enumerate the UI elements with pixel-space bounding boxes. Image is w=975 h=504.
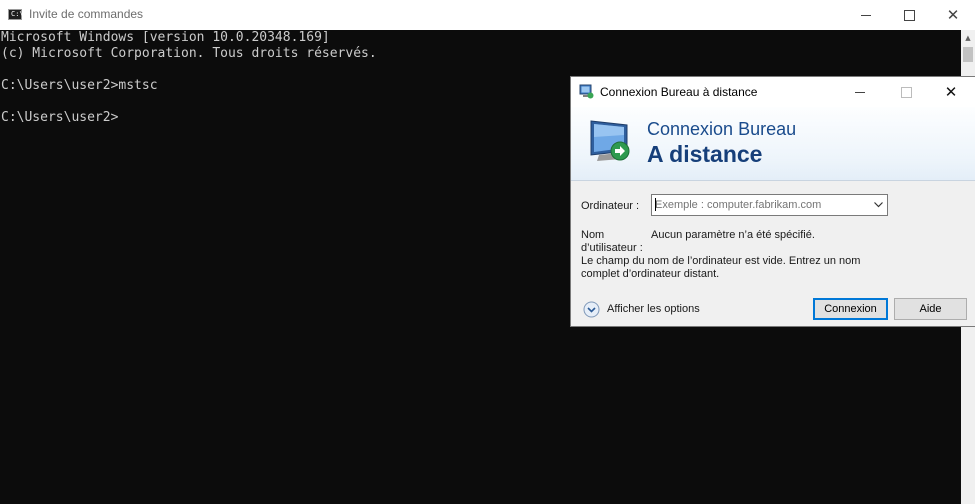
show-options-link[interactable]: Afficher les options [607, 303, 700, 315]
computer-combobox[interactable] [651, 194, 888, 216]
rdp-minimize-button[interactable] [838, 77, 882, 107]
chevron-down-icon[interactable] [869, 195, 887, 215]
cmd-close-button[interactable]: ✕ [931, 0, 975, 30]
rdp-app-icon [579, 84, 594, 99]
console-line: C:\Users\user2>mstsc [1, 78, 158, 93]
username-value: Aucun paramètre n’a été spécifié. [651, 229, 815, 241]
minimize-icon [861, 14, 871, 16]
rdp-maximize-button [884, 77, 928, 107]
maximize-icon [903, 9, 915, 21]
console-line: Microsoft Windows [version 10.0.20348.16… [1, 30, 330, 45]
rdp-close-button[interactable]: ✕ [929, 77, 973, 107]
cmd-minimize-button[interactable] [844, 0, 888, 30]
computer-input[interactable] [655, 197, 860, 213]
cmd-titlebar[interactable]: C:\ Invite de commandes ✕ [0, 0, 975, 30]
rdp-window-title: Connexion Bureau à distance [600, 85, 758, 99]
computer-label: Ordinateur : [581, 200, 640, 212]
connect-button[interactable]: Connexion [813, 298, 888, 320]
cmd-window-title: Invite de commandes [29, 7, 144, 21]
close-icon: ✕ [944, 83, 958, 101]
close-icon: ✕ [946, 6, 960, 24]
rdp-banner: Connexion Bureau A distance [571, 107, 975, 181]
scroll-up-arrow-icon[interactable]: ▲ [961, 30, 975, 46]
console-line: (c) Microsoft Corporation. Tous droits r… [1, 46, 377, 61]
show-options-expand-icon[interactable] [583, 301, 600, 318]
cmd-icon-text: C:\ [11, 10, 24, 18]
username-label: Nom d’utilisateur : [581, 229, 643, 254]
computer-empty-warning: Le champ du nom de l’ordinateur est vide… [581, 255, 861, 280]
maximize-icon [900, 86, 912, 98]
text-cursor [655, 198, 656, 211]
rdp-titlebar[interactable]: Connexion Bureau à distance ✕ [571, 77, 975, 107]
rdp-banner-title: Connexion Bureau [647, 119, 797, 139]
rdp-banner-subtitle: A distance [647, 141, 763, 167]
cmd-app-icon: C:\ [8, 9, 24, 20]
console-prompt: C:\Users\user2> [1, 110, 119, 125]
rdp-monitor-logo-icon [590, 120, 630, 161]
rdp-dialog: Connexion Bureau à distance ✕ Connexion … [570, 76, 975, 327]
minimize-icon [855, 91, 865, 93]
help-button[interactable]: Aide [894, 298, 967, 320]
scroll-thumb[interactable] [963, 47, 973, 62]
cmd-maximize-button[interactable] [887, 0, 931, 30]
